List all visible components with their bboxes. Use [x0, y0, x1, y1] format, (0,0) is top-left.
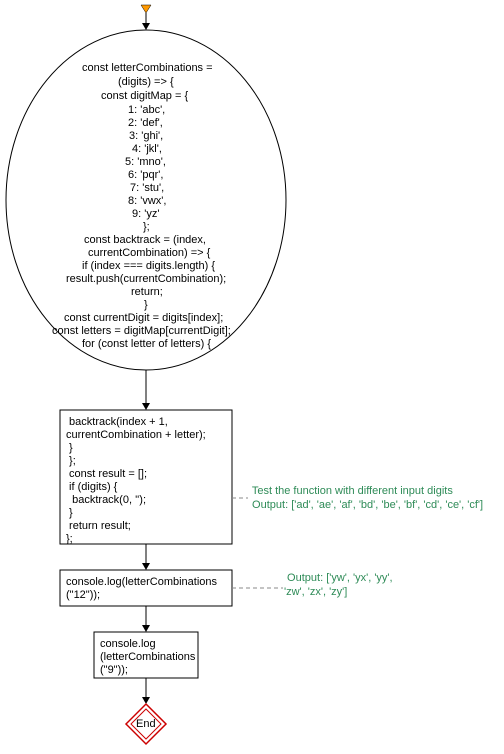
box1-line-5: if (digits) {	[66, 481, 117, 495]
ellipse-line-15: if (index === digits.length) {	[82, 260, 215, 274]
ellipse-line-6: 4: 'jkl',	[132, 143, 162, 157]
ellipse-line-0: const letterCombinations =	[82, 62, 213, 76]
box1-line-9: };	[66, 533, 73, 547]
box1-line-6: backtrack(0, '');	[66, 494, 146, 508]
ellipse-line-10: 8: 'vwx',	[128, 195, 166, 209]
box3-line-2: ("9"));	[100, 664, 128, 678]
end-label: End	[136, 718, 156, 732]
ellipse-line-17: return;	[131, 286, 163, 300]
ellipse-line-18: }	[144, 299, 148, 313]
ellipse-line-2: const digitMap = {	[101, 90, 188, 104]
ellipse-line-7: 5: 'mno',	[125, 156, 166, 170]
ellipse-line-13: const backtrack = (index,	[84, 234, 206, 248]
flowchart-canvas: const letterCombinations = (digits) => {…	[0, 0, 504, 754]
arrowhead-4	[142, 625, 150, 632]
box1-line-4: const result = [];	[66, 468, 147, 482]
ellipse-line-3: 1: 'abc',	[128, 104, 165, 118]
box1-line-0: backtrack(index + 1,	[66, 416, 168, 430]
box3-line-0: console.log	[100, 638, 156, 652]
box2-line-1: ("12"));	[66, 589, 100, 603]
ellipse-line-20: const letters = digitMap[currentDigit];	[52, 325, 231, 339]
ellipse-line-4: 2: 'def',	[128, 117, 163, 131]
box3-line-1: (letterCombinations	[100, 651, 195, 665]
comment2-text: Output: ['yw', 'yx', 'yy', 'zw', 'zx', '…	[284, 572, 393, 600]
box1-line-1: currentCombination + letter);	[66, 429, 206, 443]
ellipse-line-12: };	[143, 221, 150, 235]
ellipse-line-14: currentCombination) => {	[88, 247, 210, 261]
start-marker-shape	[141, 5, 151, 13]
arrowhead-1	[142, 23, 150, 30]
ellipse-line-19: const currentDigit = digits[index];	[64, 312, 223, 326]
box2-line-0: console.log(letterCombinations	[66, 576, 217, 590]
box1-line-7: }	[66, 507, 73, 521]
ellipse-line-1: (digits) => {	[118, 76, 174, 90]
box1-line-2: }	[66, 442, 73, 456]
ellipse-line-21: for (const letter of letters) {	[82, 338, 211, 352]
ellipse-line-16: result.push(currentCombination);	[66, 273, 226, 287]
flowchart-svg	[0, 0, 504, 754]
ellipse-line-9: 7: 'stu',	[130, 182, 164, 196]
ellipse-line-8: 6: 'pqr',	[128, 169, 163, 183]
arrowhead-3	[142, 563, 150, 570]
ellipse-line-11: 9: 'yz'	[132, 208, 159, 222]
ellipse-line-5: 3: 'ghi',	[129, 130, 163, 144]
comment1-text: Test the function with different input d…	[249, 485, 483, 513]
box1-line-3: };	[66, 455, 76, 469]
box1-line-8: return result;	[66, 520, 131, 534]
arrowhead-2	[142, 403, 150, 410]
